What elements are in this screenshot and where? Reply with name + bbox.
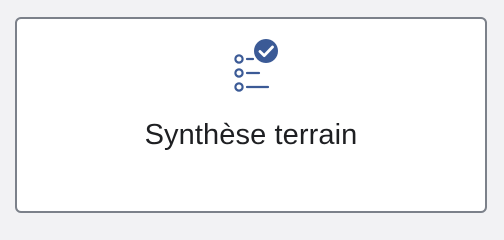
synthese-terrain-card[interactable]: Synthèse terrain: [15, 17, 487, 213]
checklist-check-icon: [231, 39, 287, 95]
card-title: Synthèse terrain: [144, 119, 358, 151]
